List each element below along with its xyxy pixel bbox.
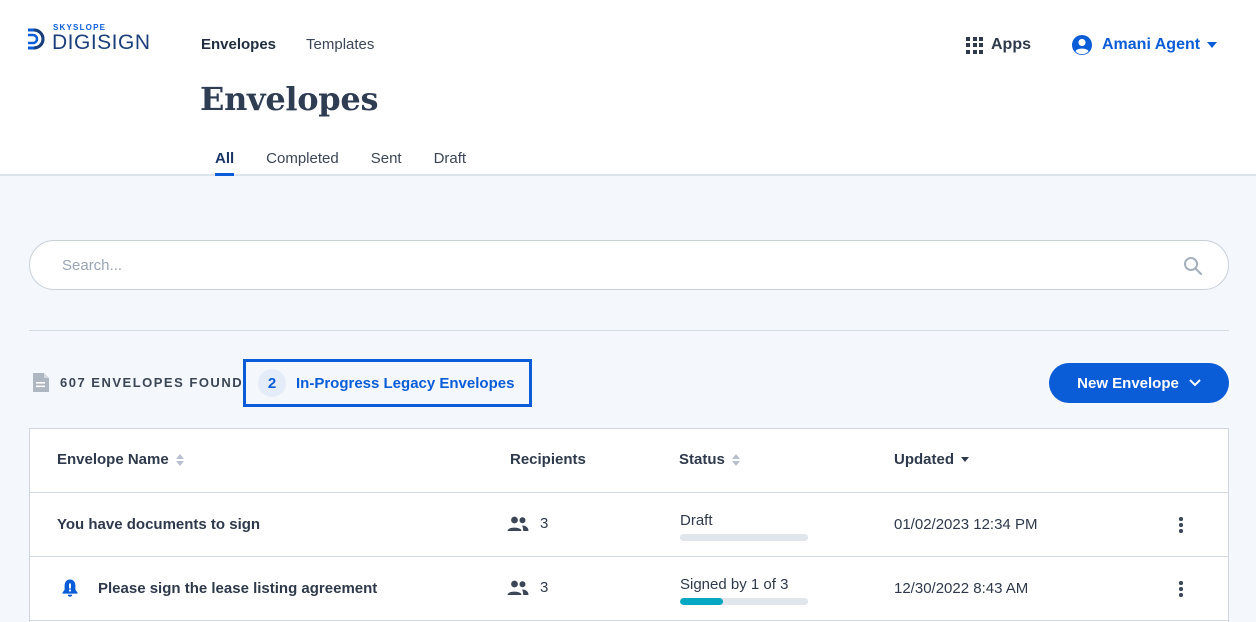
column-header-label: Status	[679, 451, 725, 468]
apps-menu[interactable]: Apps	[966, 36, 1031, 54]
bell-alert-icon	[62, 579, 78, 597]
column-header-label: Envelope Name	[57, 451, 169, 468]
envelope-tabs: All Completed Sent Draft	[215, 150, 466, 176]
column-header-label: Recipients	[510, 451, 586, 468]
logo-name-text: DIGISIGN	[52, 31, 151, 54]
tab-draft[interactable]: Draft	[434, 150, 467, 176]
column-header-envelope-name[interactable]: Envelope Name	[57, 451, 184, 468]
document-icon	[33, 373, 49, 392]
recipients-count: 3	[507, 579, 548, 596]
sort-icon	[731, 453, 740, 466]
sort-icon	[175, 453, 184, 466]
more-options-icon[interactable]	[1179, 517, 1183, 533]
status-cell: Draft	[680, 512, 808, 541]
user-circle-icon	[1072, 35, 1092, 55]
updated-date: 01/02/2023 12:34 PM	[894, 516, 1038, 533]
search-icon[interactable]	[1183, 256, 1203, 276]
column-header-label: Updated	[894, 451, 954, 468]
top-header: SKYSLOPE DIGISIGN Envelopes Templates Ap…	[0, 0, 1256, 176]
recipients-count: 3	[507, 515, 548, 532]
new-envelope-label: New Envelope	[1077, 374, 1179, 392]
logo-mark-icon	[28, 28, 45, 49]
nav-envelopes[interactable]: Envelopes	[201, 36, 276, 53]
recipients-value: 3	[540, 579, 549, 596]
envelopes-found: 607 ENVELOPES FOUND	[32, 372, 243, 393]
status-text: Draft	[680, 512, 713, 529]
status-progress-bar	[680, 598, 808, 605]
legacy-envelopes-button[interactable]: 2 In-Progress Legacy Envelopes	[243, 359, 532, 407]
apps-label: Apps	[991, 36, 1031, 53]
search-input[interactable]	[62, 241, 1162, 289]
sort-descending-icon	[961, 457, 969, 462]
recipients-value: 3	[540, 515, 549, 532]
nav-templates[interactable]: Templates	[306, 36, 374, 53]
grid-icon	[966, 36, 983, 54]
page-title: Envelopes	[200, 80, 379, 118]
tab-all[interactable]: All	[215, 150, 235, 176]
people-icon	[507, 516, 529, 531]
digisign-logo[interactable]: SKYSLOPE DIGISIGN	[26, 24, 151, 53]
main-nav: Envelopes Templates	[201, 36, 374, 53]
envelope-name[interactable]: You have documents to sign	[57, 516, 260, 533]
new-envelope-button[interactable]: New Envelope	[1049, 363, 1229, 403]
column-header-status[interactable]: Status	[679, 451, 740, 468]
people-icon	[507, 580, 529, 595]
legacy-count-badge: 2	[258, 369, 286, 397]
envelopes-table: Envelope Name Recipients Status Updated …	[29, 428, 1229, 622]
progress-fill	[680, 598, 723, 605]
row-divider	[30, 620, 1228, 621]
user-name: Amani Agent	[1102, 36, 1201, 53]
table-row[interactable]: You have documents to sign 3 Draft 01/02…	[30, 493, 1228, 557]
status-text: Signed by 1 of 3	[680, 576, 789, 593]
chevron-down-icon	[1207, 42, 1218, 48]
tab-sent[interactable]: Sent	[371, 150, 402, 176]
legacy-envelopes-label: In-Progress Legacy Envelopes	[296, 374, 515, 392]
more-options-icon[interactable]	[1179, 581, 1183, 597]
status-progress-bar	[680, 534, 808, 541]
chevron-down-icon	[1189, 379, 1201, 387]
column-header-recipients: Recipients	[510, 451, 586, 468]
envelope-name[interactable]: Please sign the lease listing agreement	[98, 580, 377, 597]
section-divider	[29, 330, 1229, 331]
updated-date: 12/30/2022 8:43 AM	[894, 580, 1029, 597]
status-cell: Signed by 1 of 3	[680, 576, 808, 605]
envelopes-found-label: 607 ENVELOPES FOUND	[60, 375, 244, 390]
user-menu[interactable]: Amani Agent	[1071, 34, 1218, 56]
tab-completed[interactable]: Completed	[266, 150, 339, 176]
table-row[interactable]: Please sign the lease listing agreement …	[30, 557, 1228, 621]
search-bar	[29, 240, 1229, 290]
column-header-updated[interactable]: Updated	[894, 451, 969, 468]
